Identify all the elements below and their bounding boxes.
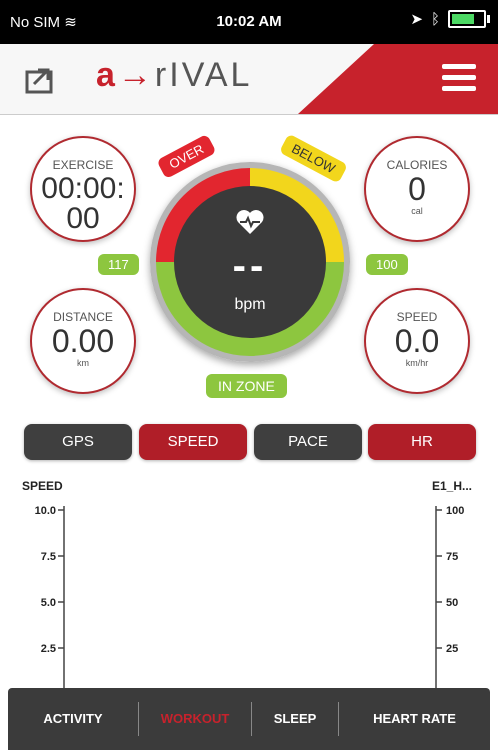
battery-icon: [448, 10, 490, 28]
left-axis-ticks: 10.0 7.5 5.0 2.5: [35, 505, 64, 655]
in-zone-tag: IN ZONE: [206, 374, 287, 398]
right-axis-label: E1_H...: [432, 479, 472, 493]
hamburger-menu-icon[interactable]: [442, 64, 476, 94]
share-icon[interactable]: [24, 62, 58, 96]
nav-sleep[interactable]: SLEEP: [252, 688, 338, 750]
tab-gps[interactable]: GPS: [24, 424, 132, 460]
right-tick-label: 75: [446, 551, 458, 563]
status-icons: ➤ ᛒ: [410, 10, 490, 28]
bluetooth-icon: ᛒ: [430, 10, 440, 28]
heart-rate-value: --: [232, 244, 268, 288]
speed-stat: SPEED 0.0 km/hr: [364, 288, 470, 394]
left-tick-label: 10.0: [35, 505, 56, 517]
calories-stat: CALORIES 0 cal: [364, 136, 470, 242]
tab-pace[interactable]: PACE: [254, 424, 362, 460]
zone-high-limit: 100: [366, 254, 408, 275]
tab-hr[interactable]: HR: [368, 424, 476, 460]
distance-unit: km: [77, 358, 89, 368]
status-bar: No SIM ≋ 10:02 AM ➤ ᛒ: [0, 0, 498, 44]
left-tick-label: 2.5: [41, 643, 56, 655]
nav-workout[interactable]: WORKOUT: [139, 688, 251, 750]
app-header: a→rIVAL: [0, 44, 498, 115]
nav-activity[interactable]: ACTIVITY: [8, 688, 138, 750]
location-icon: ➤: [410, 11, 423, 28]
heart-pulse-icon: [236, 210, 264, 234]
app-logo: a→rIVAL: [96, 56, 253, 94]
speed-hr-chart: SPEED E1_H... 10.0 7.5 5.0 2.5 100 75 50 25: [22, 479, 472, 690]
heart-rate-display: -- bpm: [174, 186, 326, 338]
heart-rate-unit: bpm: [234, 296, 266, 313]
nav-heart-rate[interactable]: HEART RATE: [339, 688, 490, 750]
speed-unit: km/hr: [405, 358, 429, 368]
bottom-navigation: ACTIVITY WORKOUT SLEEP HEART RATE: [8, 688, 490, 750]
exercise-value: 00:00: 00: [41, 172, 125, 235]
right-tick-label: 25: [446, 643, 458, 655]
exercise-stat: EXERCISE 00:00: 00: [30, 136, 136, 242]
speed-value: 0.0: [394, 323, 440, 359]
left-tick-label: 5.0: [41, 597, 56, 609]
calories-label: CALORIES: [386, 158, 448, 172]
calories-unit: cal: [411, 206, 423, 216]
right-tick-label: 50: [446, 597, 458, 609]
metric-tabs: GPS SPEED PACE HR: [24, 424, 476, 460]
left-tick-label: 7.5: [41, 551, 56, 563]
distance-label: DISTANCE: [53, 310, 113, 324]
zone-low-limit: 117: [98, 254, 139, 275]
right-tick-label: 100: [446, 505, 464, 517]
left-axis-label: SPEED: [22, 479, 63, 493]
distance-stat: DISTANCE 0.00 km: [30, 288, 136, 394]
exercise-label: EXERCISE: [52, 158, 114, 172]
distance-value: 0.00: [51, 323, 115, 359]
tab-speed[interactable]: SPEED: [139, 424, 247, 460]
speed-label: SPEED: [396, 310, 438, 324]
calories-value: 0: [408, 171, 426, 207]
right-axis-ticks: 100 75 50 25: [436, 505, 464, 655]
